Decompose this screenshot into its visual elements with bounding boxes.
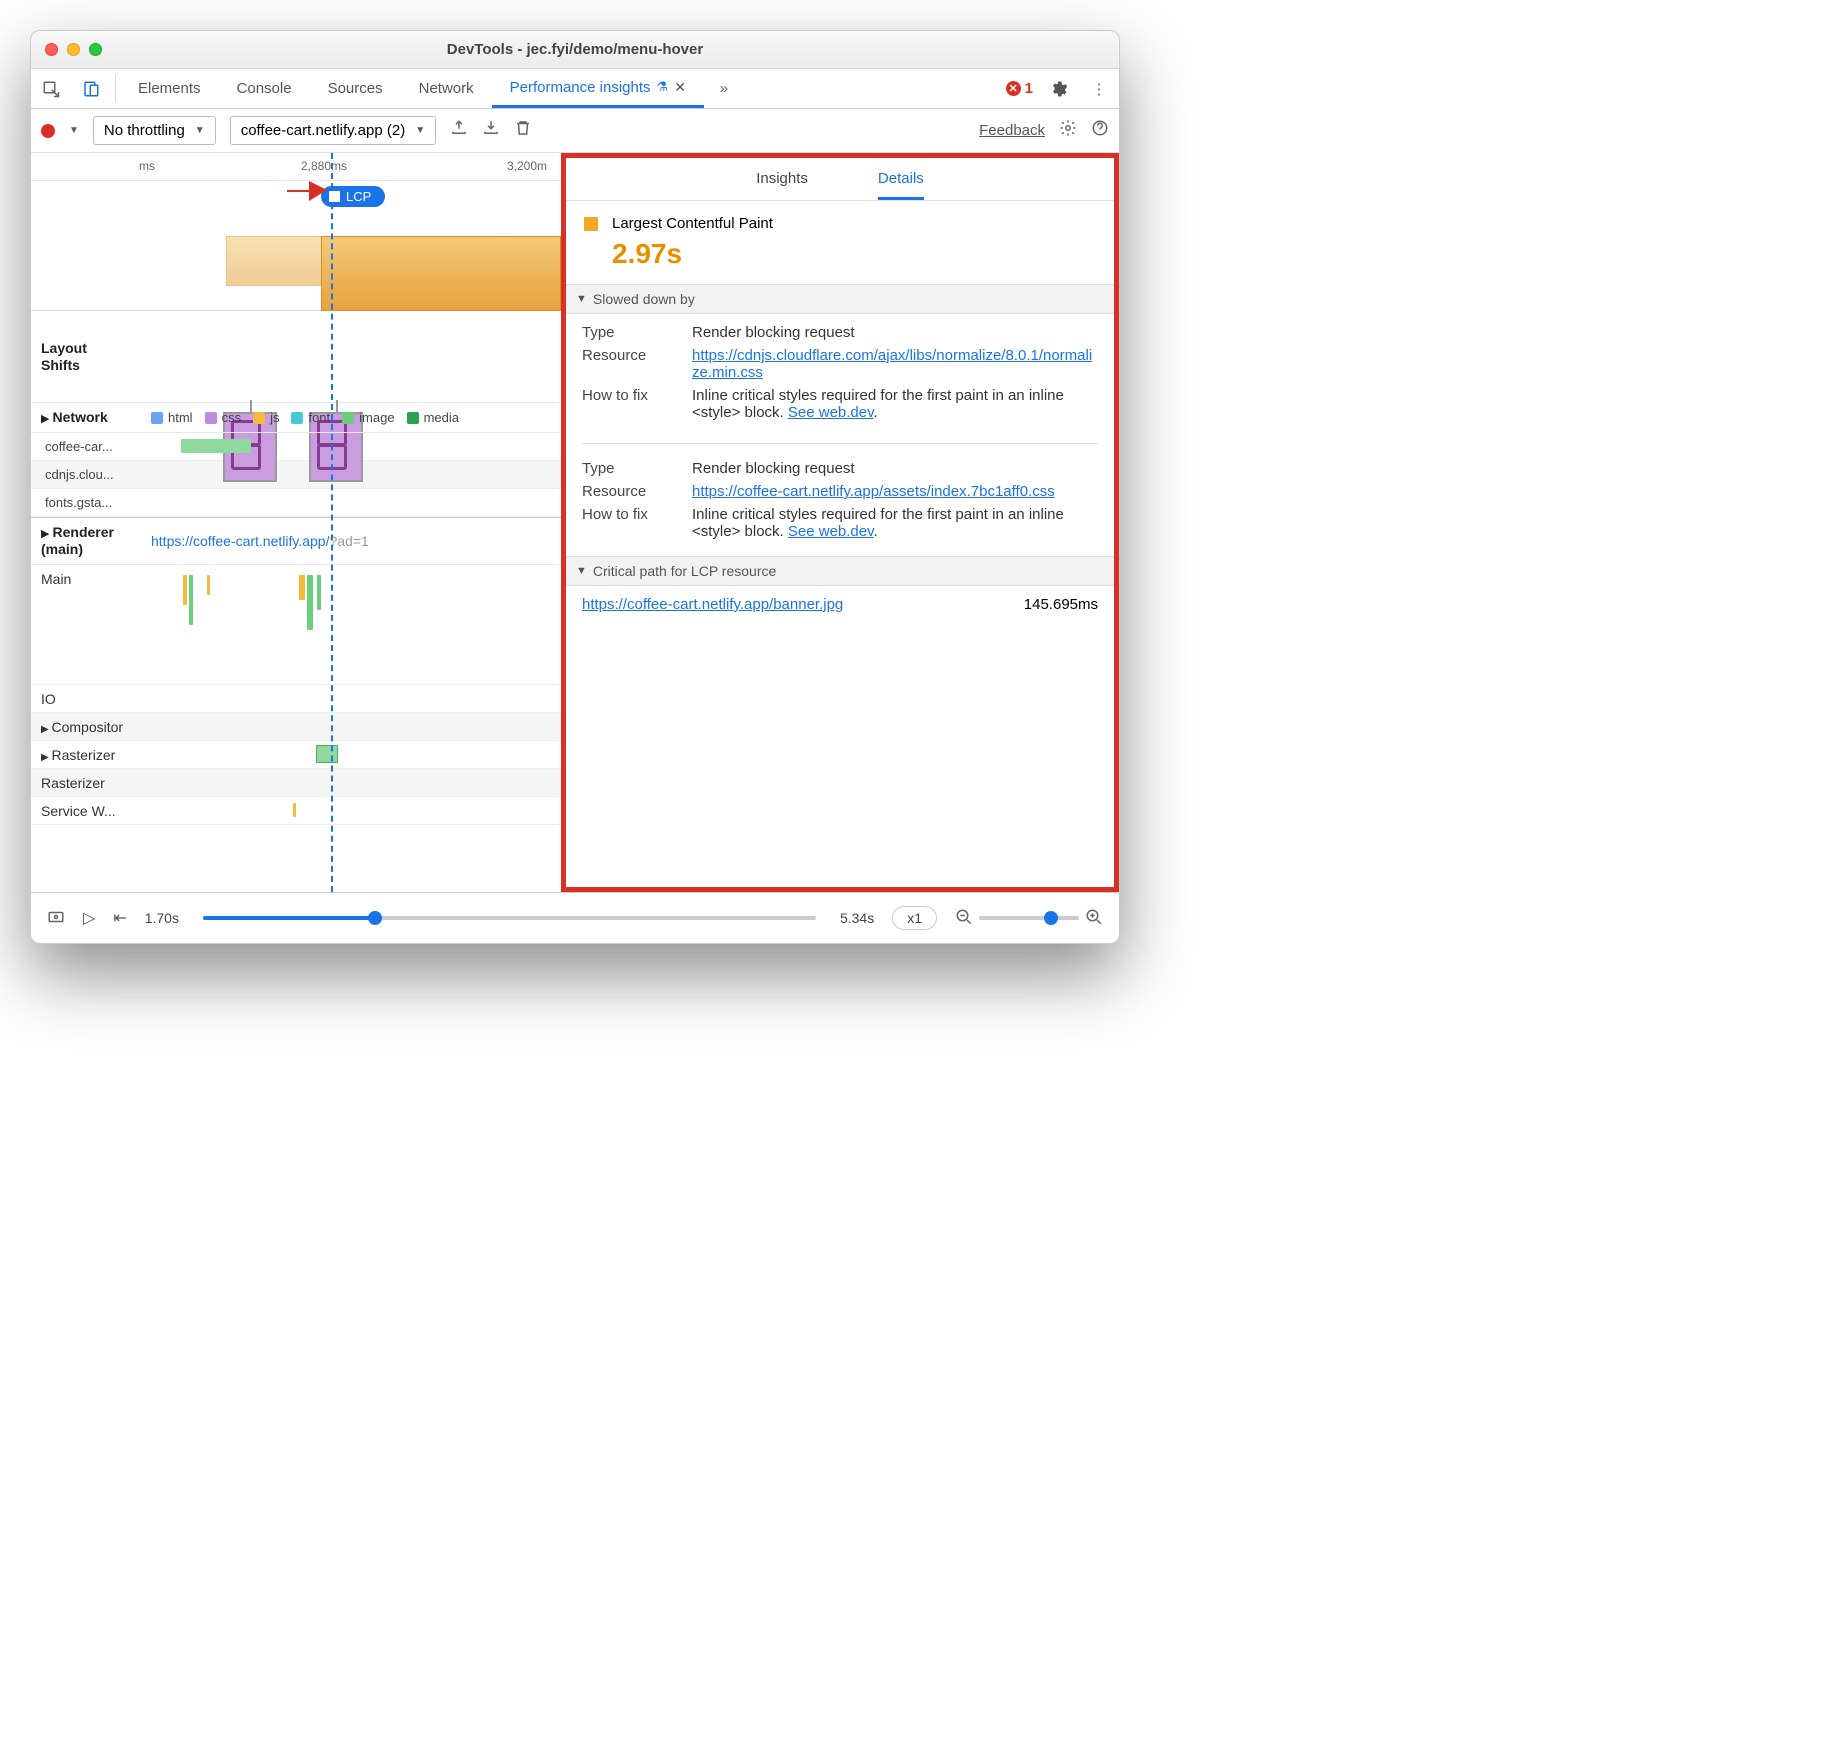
chevron-down-icon: ▼ [415, 125, 425, 136]
chevron-down-icon: ▼ [576, 293, 587, 305]
throttling-select[interactable]: No throttling ▼ [93, 116, 216, 145]
arrow-annotation-icon [287, 175, 327, 208]
critical-path-row: https://coffee-cart.netlify.app/banner.j… [566, 586, 1114, 623]
webdev-link[interactable]: See web.dev [788, 404, 874, 421]
thread-compositor[interactable]: ▶ Compositor [31, 713, 561, 741]
timeline-panel[interactable]: ms 2,880ms 3,200m LCP Layout Shifts [31, 153, 561, 892]
critical-resource-link[interactable]: https://coffee-cart.netlify.app/banner.j… [582, 596, 843, 613]
network-legend: html css js font image media [151, 404, 459, 431]
toolbar: ▼ No throttling ▼ coffee-cart.netlify.ap… [31, 109, 1119, 153]
tab-elements[interactable]: Elements [120, 69, 219, 108]
device-toggle-icon[interactable] [71, 69, 111, 108]
chevron-down-icon: ▼ [195, 125, 205, 136]
slowed-item-0: TypeRender blocking request Resourcehttp… [566, 314, 1114, 437]
playback-bar: ▷ ⇤ 1.70s 5.34s x1 [31, 893, 1119, 943]
network-row[interactable]: cdnjs.clou... [31, 461, 561, 489]
import-icon[interactable] [482, 119, 500, 142]
main-content: ms 2,880ms 3,200m LCP Layout Shifts [31, 153, 1119, 893]
tab-network[interactable]: Network [401, 69, 492, 108]
metric-value: 2.97s [566, 232, 1114, 284]
playback-start-time: 1.70s [145, 910, 179, 926]
renderer-track-header[interactable]: ▶ Renderer (main) https://coffee-cart.ne… [31, 517, 561, 565]
renderer-url-link[interactable]: https://coffee-cart.netlify.app/ [151, 533, 329, 549]
lcp-swatch-icon [584, 217, 598, 231]
flask-icon: ⚗ [657, 79, 669, 95]
error-icon: ✕ [1006, 81, 1021, 96]
devtools-window: DevTools - jec.fyi/demo/menu-hover Eleme… [30, 30, 1120, 944]
inspect-icon[interactable] [31, 69, 71, 108]
resource-link[interactable]: https://cdnjs.cloudflare.com/ajax/libs/n… [692, 347, 1092, 381]
settings-icon[interactable] [1039, 69, 1079, 108]
network-row[interactable]: coffee-car... [31, 433, 561, 461]
metric-title: Largest Contentful Paint [566, 201, 1114, 232]
title-bar: DevTools - jec.fyi/demo/menu-hover [31, 31, 1119, 69]
tab-performance-insights[interactable]: Performance insights ⚗ ✕ [492, 69, 704, 108]
slowed-item-1: TypeRender blocking request Resourcehttp… [566, 450, 1114, 556]
slowed-down-header[interactable]: ▼ Slowed down by [566, 284, 1114, 314]
chevron-down-icon: ▼ [576, 565, 587, 577]
recording-select[interactable]: coffee-cart.netlify.app (2) ▼ [230, 116, 436, 145]
screenshot-toggle-icon[interactable] [47, 908, 65, 929]
error-badge[interactable]: ✕ 1 [1000, 69, 1039, 108]
webdev-link[interactable]: See web.dev [788, 523, 874, 540]
speed-button[interactable]: x1 [892, 906, 937, 930]
thread-rasterizer-2[interactable]: Rasterizer [31, 769, 561, 797]
playhead-ruler[interactable] [331, 153, 333, 892]
resource-link[interactable]: https://coffee-cart.netlify.app/assets/i… [692, 483, 1055, 500]
more-tabs-icon[interactable]: » [704, 69, 744, 108]
delete-icon[interactable] [514, 119, 532, 142]
thread-service-worker[interactable]: Service W... [31, 797, 561, 825]
layout-shifts-track: Layout Shifts [31, 311, 561, 403]
zoom-out-icon[interactable] [955, 908, 973, 929]
help-icon[interactable] [1091, 119, 1109, 142]
critical-path-header[interactable]: ▼ Critical path for LCP resource [566, 556, 1114, 586]
tab-sources[interactable]: Sources [310, 69, 401, 108]
play-icon[interactable]: ▷ [83, 908, 95, 928]
thread-main[interactable]: Main [31, 565, 561, 685]
rewind-icon[interactable]: ⇤ [113, 908, 126, 928]
close-tab-icon[interactable]: ✕ [674, 79, 686, 96]
details-panel: Insights Details Largest Contentful Pain… [561, 153, 1119, 892]
panel-tabs: Elements Console Sources Network Perform… [31, 69, 1119, 109]
playback-slider[interactable] [203, 916, 816, 920]
lcp-square-icon [329, 191, 340, 202]
tab-insights[interactable]: Insights [756, 170, 808, 200]
playback-end-time: 5.34s [840, 910, 874, 926]
lcp-marker[interactable]: LCP [321, 186, 385, 207]
network-row[interactable]: fonts.gsta... [31, 489, 561, 517]
feedback-link[interactable]: Feedback [979, 122, 1045, 139]
export-icon[interactable] [450, 119, 468, 142]
thread-io[interactable]: IO [31, 685, 561, 713]
tab-details[interactable]: Details [878, 170, 924, 200]
record-button[interactable] [41, 124, 55, 138]
details-tabs: Insights Details [566, 158, 1114, 201]
thread-rasterizer[interactable]: ▶ Rasterizer [31, 741, 561, 769]
window-title: DevTools - jec.fyi/demo/menu-hover [31, 41, 1119, 58]
tab-console[interactable]: Console [219, 69, 310, 108]
kebab-menu-icon[interactable]: ⋮ [1079, 69, 1119, 108]
record-dropdown[interactable]: ▼ [69, 125, 79, 136]
network-track-header[interactable]: ▶ Network html css js font image media [31, 403, 561, 433]
zoom-slider[interactable] [979, 916, 1079, 920]
zoom-in-icon[interactable] [1085, 908, 1103, 929]
gear-icon[interactable] [1059, 119, 1077, 142]
